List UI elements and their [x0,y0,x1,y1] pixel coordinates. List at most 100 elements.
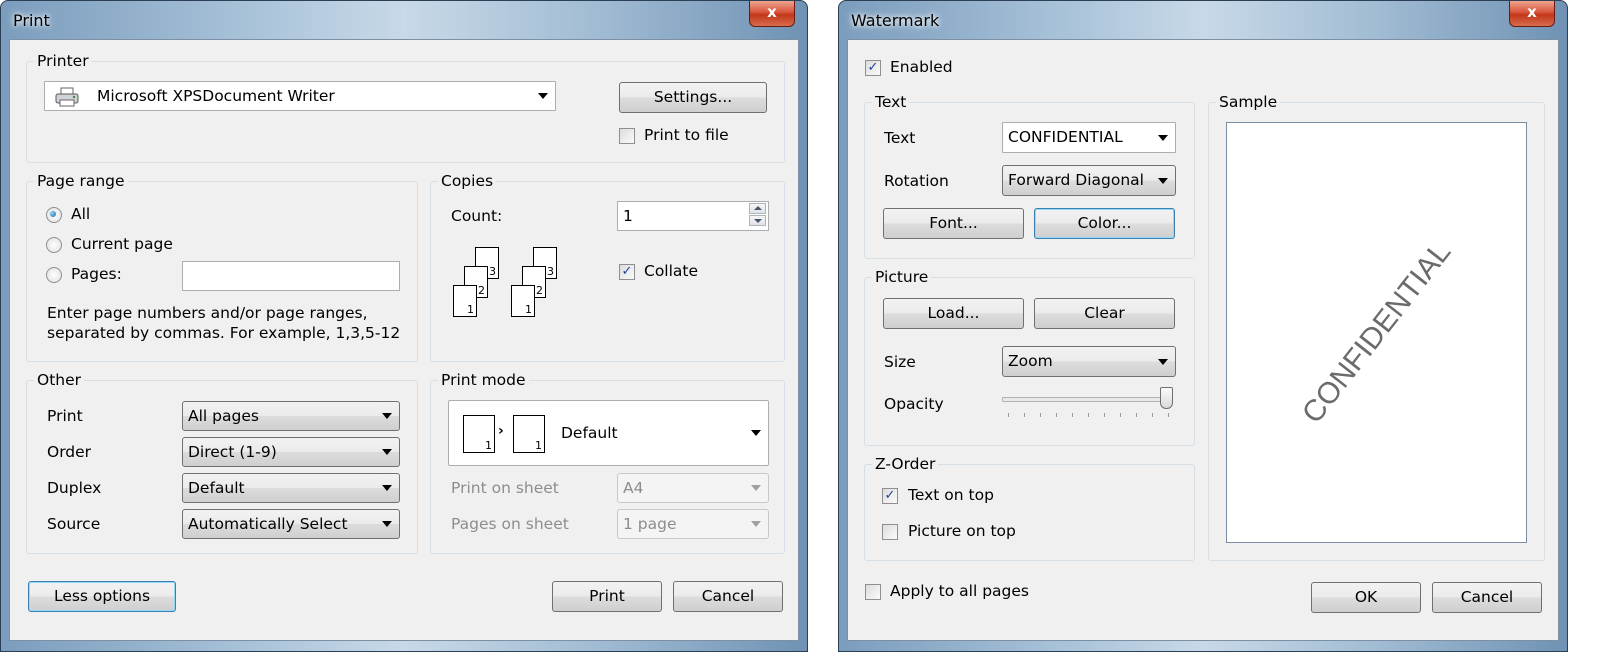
sample-watermark-text: CONFIDENTIAL [1295,235,1457,430]
rotation-label: Rotation [884,172,949,190]
size-select[interactable]: Zoom [1002,346,1176,377]
other-print-select[interactable]: All pages [182,401,400,431]
other-print-label: Print [47,407,83,425]
collate-checkbox[interactable]: ✓ [619,264,635,280]
text-on-top-checkbox[interactable]: ✓ [882,488,898,504]
printer-select[interactable]: Microsoft XPSDocument Writer [44,81,556,111]
page-icon: 1 [463,415,495,453]
chevron-down-icon [1158,177,1168,184]
collate-label: Collate [644,262,699,280]
pages-on-sheet-label: Pages on sheet [451,515,569,533]
picture-group-label: Picture [872,267,932,287]
clear-button[interactable]: Clear [1034,298,1175,329]
chevron-down-icon [751,521,761,527]
pages-on-sheet-value: 1 page [623,515,677,533]
slider-tick [1104,413,1105,417]
other-order-select[interactable]: Direct (1-9) [182,437,400,467]
font-button[interactable]: Font... [883,208,1024,239]
pages-on-sheet-select[interactable]: 1 page [617,509,769,539]
collate-illustration: 3 2 1 3 2 1 [453,247,573,327]
chevron-down-icon [1158,358,1168,365]
picture-on-top-checkbox[interactable] [882,524,898,540]
settings-button[interactable]: Settings... [619,82,767,113]
watermark-close-button[interactable]: x [1509,1,1555,27]
chevron-down-icon [382,413,392,419]
chevron-down-icon [538,93,548,99]
count-spin-up[interactable] [749,203,766,214]
text-label: Text [884,129,916,147]
page-range-hint-1: Enter page numbers and/or page ranges, [47,304,368,322]
opacity-slider[interactable] [1002,385,1176,425]
print-client-area: Printer Microsoft XPSDocument Writer Set… [9,39,799,641]
other-source-label: Source [47,515,101,533]
other-order-value: Direct (1-9) [188,443,277,461]
chevron-down-icon [751,485,761,491]
copies-group-label: Copies [438,171,497,191]
color-button[interactable]: Color... [1034,208,1175,239]
slider-tick [1120,413,1121,417]
print-title: Print [13,11,50,30]
printer-name: Microsoft XPSDocument Writer [97,87,335,105]
chevron-down-icon [751,430,761,436]
other-duplex-label: Duplex [47,479,102,497]
picture-on-top-label: Picture on top [908,522,1016,540]
watermark-client-area: ✓ Enabled Text Text CONFIDENTIAL Rotatio… [847,39,1559,641]
print-on-sheet-label: Print on sheet [451,479,559,497]
cancel-button[interactable]: Cancel [673,581,783,612]
print-to-file-checkbox[interactable] [619,128,635,144]
apply-all-pages-checkbox[interactable] [865,584,881,600]
range-pages-label: Pages: [71,265,122,283]
enabled-checkbox[interactable]: ✓ [865,60,881,76]
ok-button[interactable]: OK [1311,582,1421,613]
opacity-thumb[interactable] [1160,387,1173,409]
other-order-label: Order [47,443,92,461]
less-options-button[interactable]: Less options [28,581,176,612]
range-pages-radio[interactable] [46,267,62,283]
print-close-button[interactable]: x [749,1,795,27]
print-on-sheet-select[interactable]: A4 [617,473,769,503]
count-input[interactable]: 1 [617,201,769,231]
opacity-label: Opacity [884,395,944,413]
rotation-select[interactable]: Forward Diagonal [1002,165,1176,196]
slider-tick [1152,413,1153,417]
size-label: Size [884,353,916,371]
zorder-group: Z-Order [864,454,1195,561]
print-dialog: Print x Printer Microsoft XPSDocument Wr… [0,0,808,652]
enabled-label: Enabled [890,58,953,76]
other-print-value: All pages [188,407,259,425]
arrow-right-icon: › [498,423,504,439]
pages-input[interactable] [182,261,400,291]
watermark-title: Watermark [851,11,940,30]
count-spin-down[interactable] [749,215,766,226]
range-current-radio[interactable] [46,237,62,253]
sample-preview: CONFIDENTIAL [1226,122,1527,543]
other-duplex-select[interactable]: Default [182,473,400,503]
chevron-down-icon [1158,134,1168,141]
slider-tick [1040,413,1041,417]
print-to-file-label: Print to file [644,126,729,144]
chevron-down-icon [382,521,392,527]
apply-all-pages-label: Apply to all pages [890,582,1030,600]
sample-group-label: Sample [1216,92,1281,112]
text-select[interactable]: CONFIDENTIAL [1002,122,1176,153]
range-all-radio[interactable] [46,207,62,223]
chevron-down-icon [382,485,392,491]
page-icon: 1 [513,415,545,453]
other-source-select[interactable]: Automatically Select [182,509,400,539]
text-value: CONFIDENTIAL [1008,128,1123,146]
rotation-value: Forward Diagonal [1008,171,1144,189]
other-duplex-value: Default [188,479,245,497]
text-on-top-label: Text on top [908,486,994,504]
load-button[interactable]: Load... [883,298,1024,329]
print-on-sheet-value: A4 [623,479,644,497]
other-group-label: Other [34,370,85,390]
print-title-bar[interactable]: Print x [1,1,807,39]
print-button[interactable]: Print [552,581,662,612]
slider-tick [1056,413,1057,417]
watermark-title-bar[interactable]: Watermark x [839,1,1567,39]
watermark-cancel-button[interactable]: Cancel [1432,582,1542,613]
page-range-group-label: Page range [34,171,128,191]
print-mode-select[interactable]: 1 › 1 Default [448,400,769,466]
slider-tick [1136,413,1137,417]
text-group-label: Text [872,92,910,112]
